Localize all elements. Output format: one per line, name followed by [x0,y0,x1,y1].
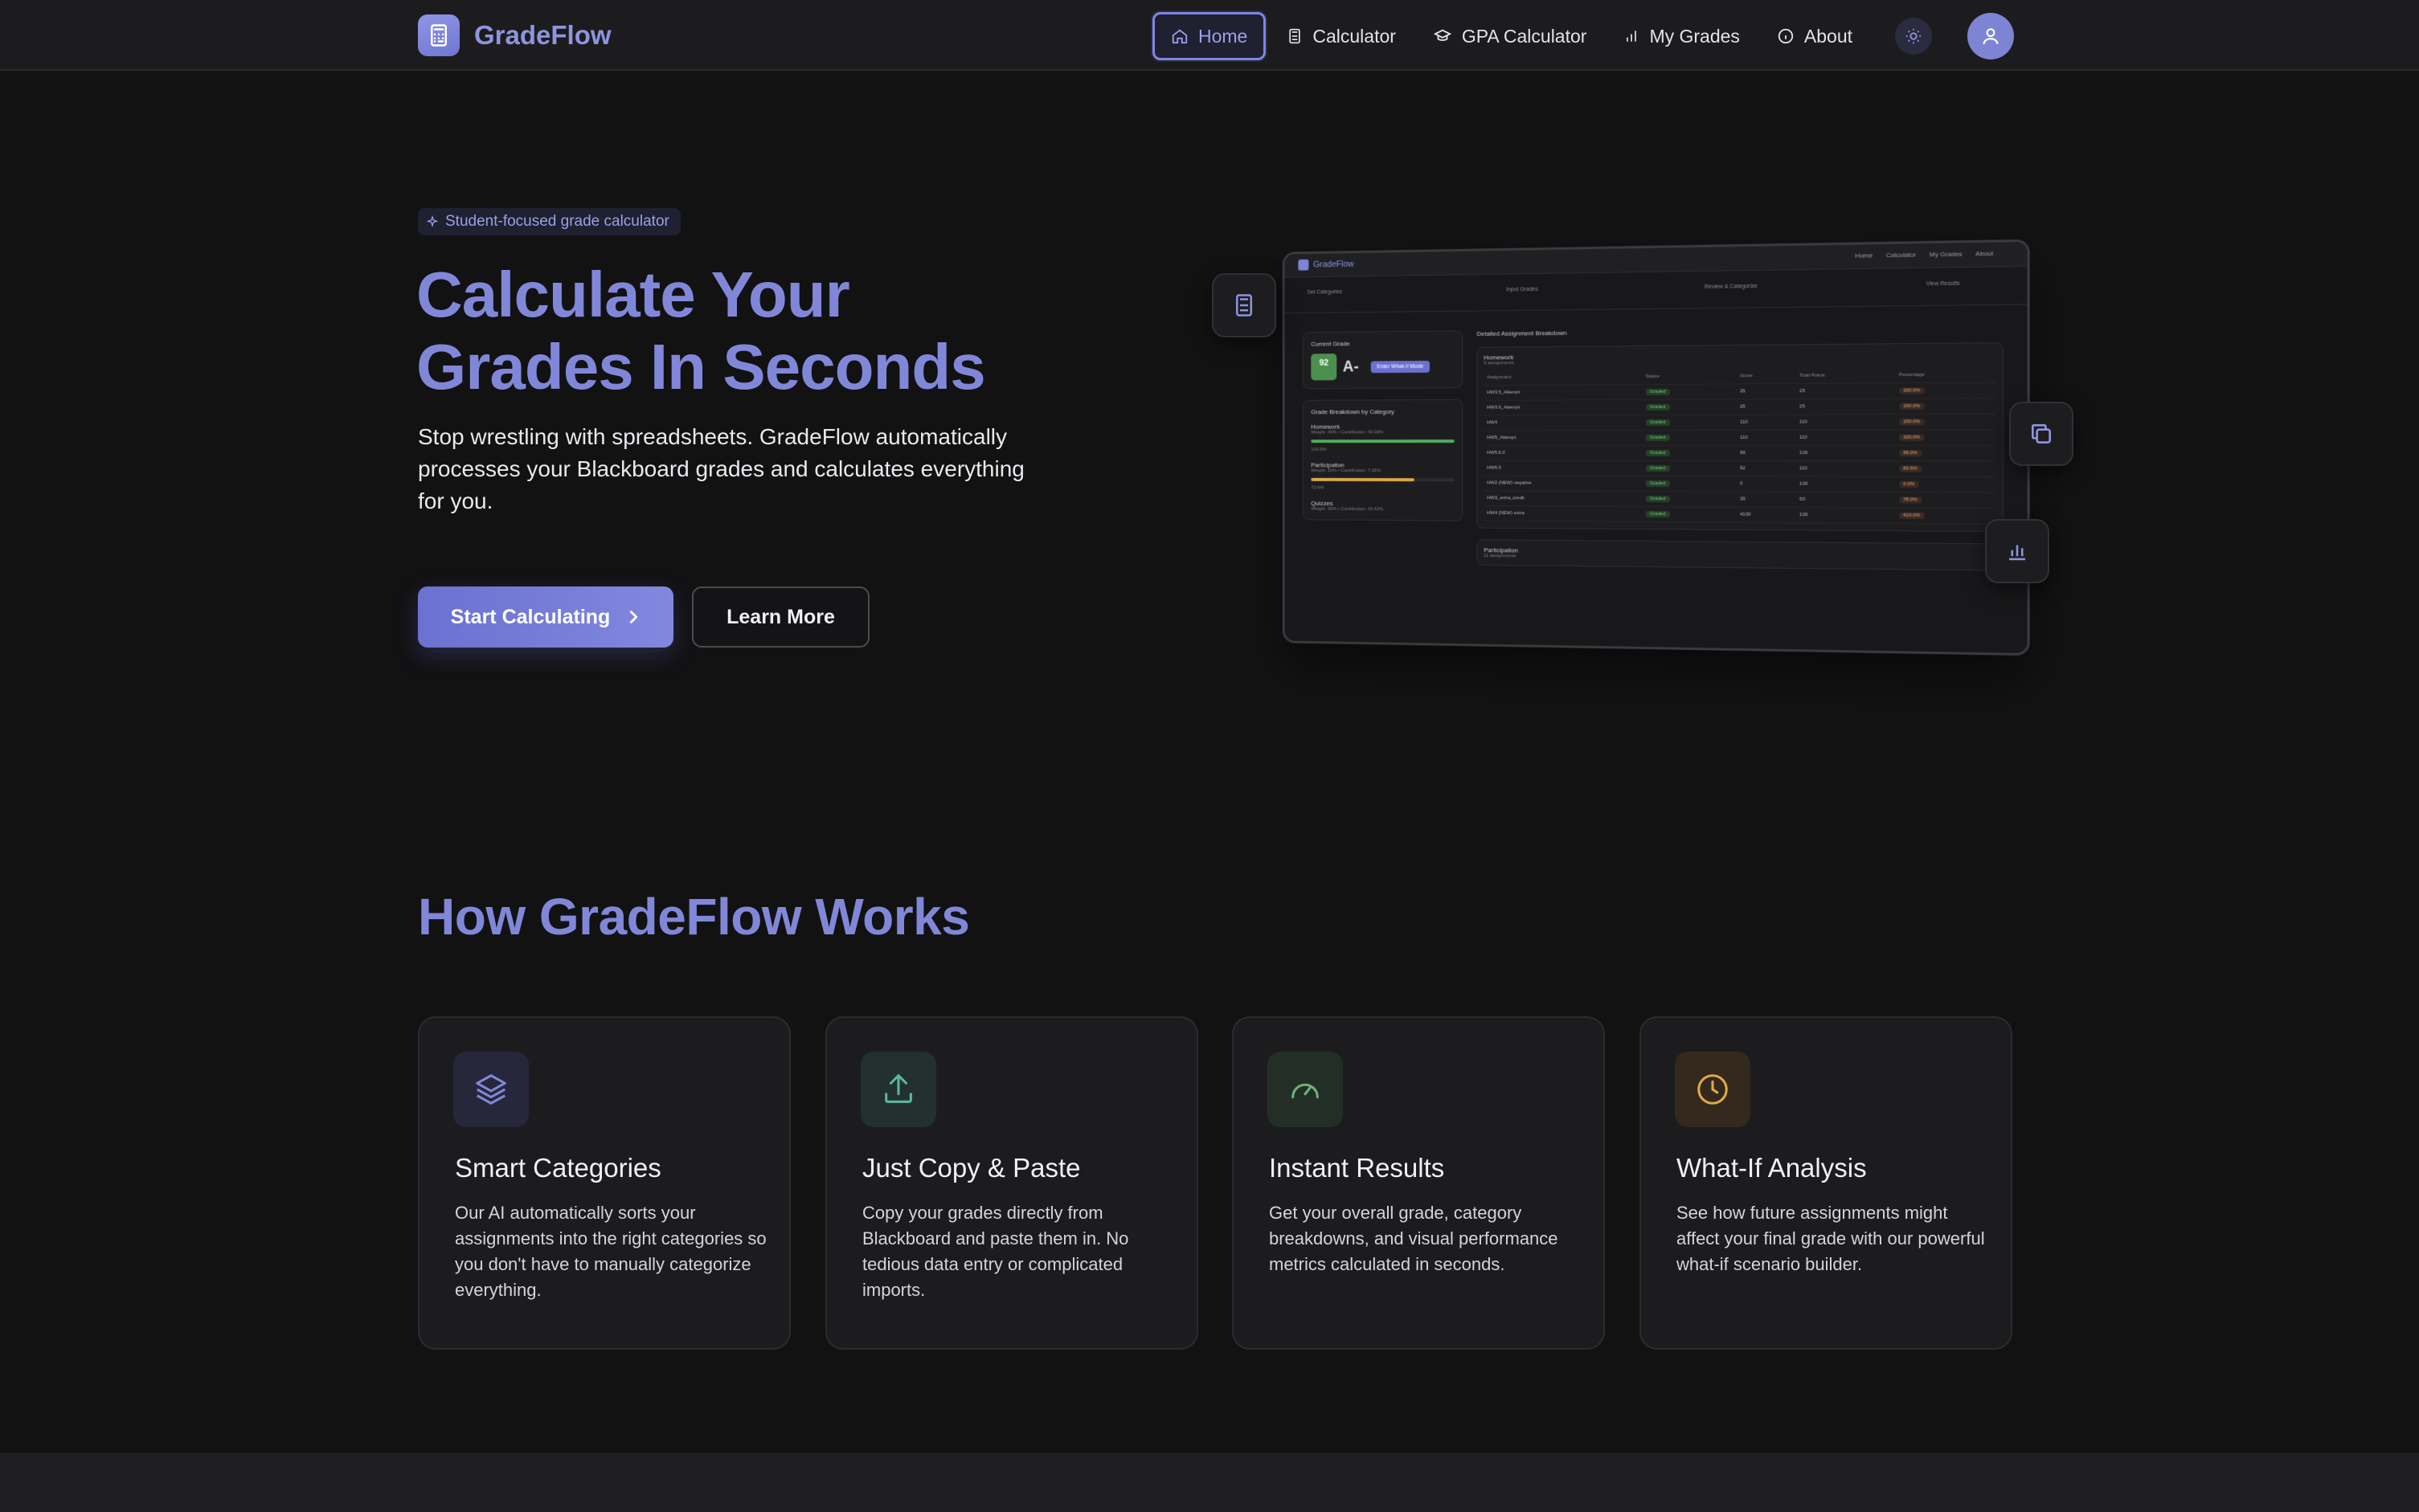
learn-more-label: Learn More [727,605,835,628]
calculator-icon [1289,28,1301,44]
nav-calculator[interactable]: Calculator [1271,12,1412,60]
preview-brand: GradeFlow [1298,259,1354,271]
feature-card-copy-paste: Just Copy & Paste Copy your grades direc… [825,1016,1198,1350]
preview-participation-group: Participation 11 assignments [1476,539,2004,571]
nav-menu: Home Calculator GPA Calculator My Grades… [1152,12,1873,60]
nav-calculator-label: Calculator [1312,25,1396,47]
start-calculating-label: Start Calculating [450,605,611,628]
hero-title: Calculate Your Grades In Seconds [416,259,1140,403]
feature-title: Just Copy & Paste [862,1153,1081,1183]
hero-badge: Student-focused grade calculator [418,208,681,235]
nav-home-label: Home [1198,25,1248,47]
hero-subtitle: Stop wrestling with spreadsheets. GradeF… [418,424,1025,513]
theme-toggle-button[interactable] [1895,18,1932,55]
chevron-right-icon [630,611,639,623]
table-row: HW5.6.0 Graded 99 100 99.0% [1484,445,1996,461]
floating-calculator-icon [1212,273,1276,337]
hero-title-line2: Grades In Seconds [416,331,986,403]
nav-about[interactable]: About [1761,12,1868,60]
layers-icon [453,1052,529,1127]
preview-current-grade-card: Current Grade 92 A- Enter What-If Mode [1302,330,1463,390]
table-row: HW3.5_Attempt Graded 25 25 100.0% [1484,382,1996,401]
preview-nav-links: Home Calculator My Grades About [1855,249,1994,259]
home-icon [1172,29,1188,44]
learn-more-button[interactable]: Learn More [692,586,870,648]
feature-card-what-if: What-If Analysis See how future assignme… [1639,1016,2012,1350]
preview-left-panel: Current Grade 92 A- Enter What-If Mode G… [1302,330,1463,532]
bar-chart-icon [1627,31,1637,42]
table-row: HW6.0 Graded 92 110 83.6% [1484,460,1996,477]
start-calculating-button[interactable]: Start Calculating [418,586,673,648]
user-avatar-button[interactable] [1967,13,2014,59]
table-row: HW5_Attempt Graded 110 110 100.0% [1484,429,1996,446]
hero-badge-text: Student-focused grade calculator [445,213,669,230]
feature-text: Our AI automatically sorts your assignme… [455,1203,767,1300]
app-preview-screenshot: GradeFlow Home Calculator My Grades About … [1282,239,2030,656]
feature-card-instant-results: Instant Results Get your overall grade, … [1232,1016,1605,1350]
nav-gpa-calculator[interactable]: GPA Calculator [1417,12,1603,60]
preview-right-panel: Detailed Assignment Breakdown Homework 9… [1476,325,2004,582]
feature-text: Get your overall grade, category breakdo… [1269,1203,1558,1274]
nav-about-label: About [1803,25,1853,47]
nav-my-grades[interactable]: My Grades [1607,12,1755,60]
clock-icon [1675,1052,1750,1127]
hero-title-line1: Calculate Your [416,259,850,330]
category-progress-fill [1311,439,1455,443]
feature-text: Copy your grades directly from Blackboar… [862,1203,1129,1300]
nav-my-grades-label: My Grades [1649,25,1740,47]
how-it-works-title: How GradeFlow Works [418,888,970,946]
table-row: HW4 Graded 110 110 100.0% [1484,414,1996,431]
nav-home[interactable]: Home [1152,12,1267,60]
feature-title: What-If Analysis [1676,1153,1867,1183]
gauge-icon [1267,1052,1343,1127]
floating-copy-icon [2009,402,2073,466]
feature-text: See how future assignments might affect … [1676,1203,1985,1274]
sun-icon [1905,28,1922,44]
calculator-logo-icon [418,14,460,56]
table-row: HW3.6_Attempt Graded 25 25 100.0% [1484,398,1996,416]
table-row: HW4 (NEW) extra Graded 4100 100 410.0% [1484,505,1996,525]
table-row: HW2 (NEW) negative Graded 0 100 0.0% [1484,476,1996,493]
top-navbar: GradeFlow Home Calculator GPA Calculator… [0,0,2419,71]
preview-breakdown-card: Grade Breakdown by Category Homework Wei… [1302,398,1463,521]
category-progress-fill [1311,477,1415,482]
graduation-cap-icon [1433,29,1452,41]
floating-chart-icon [1985,519,2049,583]
sparkles-icon [426,215,439,227]
preview-homework-table: Homework 9 assignments Assignment Status S… [1476,342,2004,533]
nav-gpa-label: GPA Calculator [1461,25,1587,47]
user-icon [1983,28,1999,45]
info-icon [1778,28,1794,44]
feature-title: Instant Results [1269,1153,1445,1183]
brand[interactable]: GradeFlow [418,14,612,56]
upload-icon [861,1052,936,1127]
brand-name: GradeFlow [474,20,612,50]
footer-band [0,1453,2419,1512]
feature-title: Smart Categories [455,1153,661,1183]
feature-card-smart-categories: Smart Categories Our AI automatically so… [418,1016,791,1350]
